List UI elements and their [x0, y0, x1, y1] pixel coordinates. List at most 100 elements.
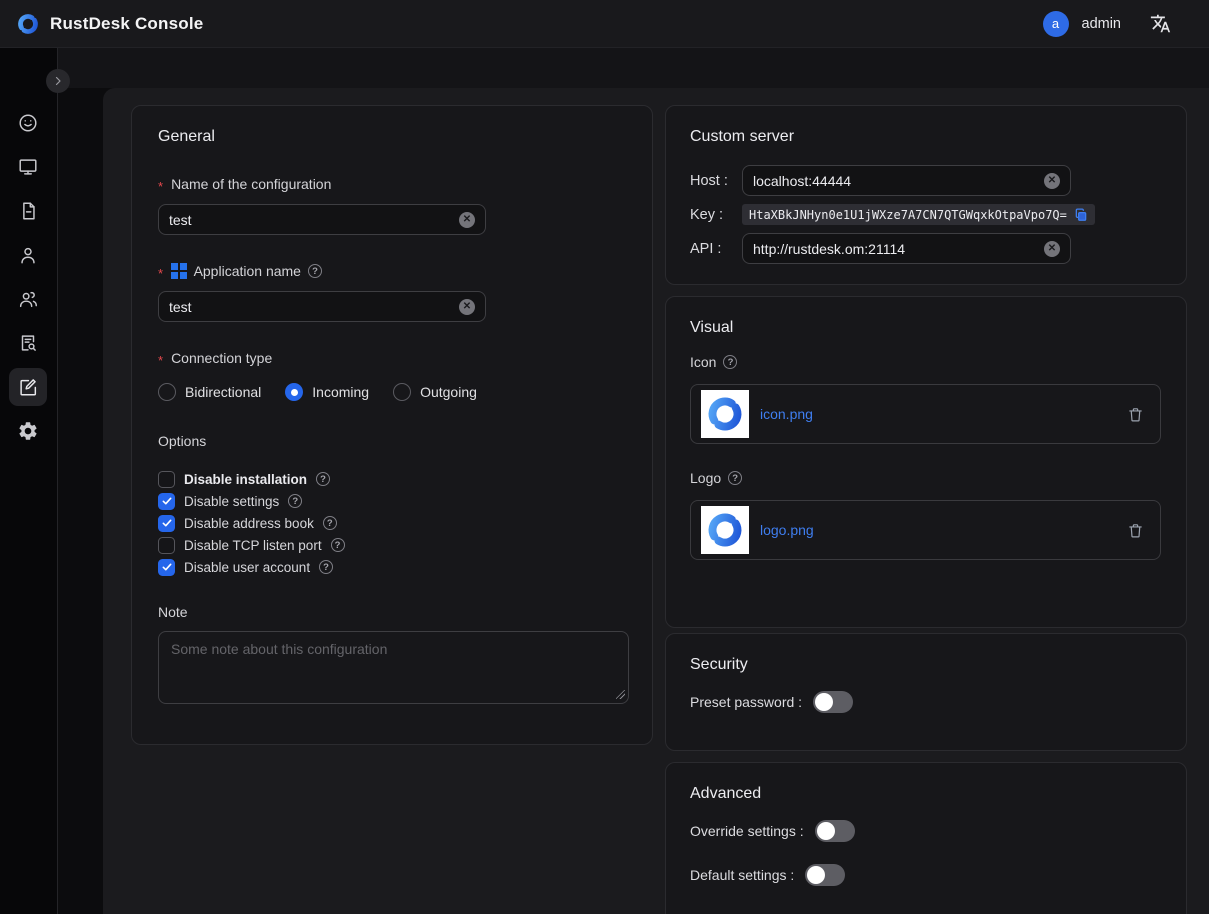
config-name-input[interactable]: [169, 212, 459, 228]
monitor-icon: [17, 156, 39, 178]
main-content: General * Name of the configuration ✕ * …: [103, 88, 1209, 914]
checkbox-disable-installation[interactable]: Disable installation ?: [158, 468, 626, 490]
radio-circle: [158, 383, 176, 401]
resize-handle[interactable]: [616, 690, 625, 699]
app-name-label-text: Application name: [194, 263, 301, 279]
custom-server-title: Custom server: [690, 128, 1162, 146]
app-name-field: ✕: [158, 291, 486, 322]
host-row: Host : ✕: [690, 165, 1162, 196]
advanced-title: Advanced: [690, 785, 1162, 803]
brand[interactable]: RustDesk Console: [16, 12, 203, 36]
rustdesk-logo-icon: [705, 394, 745, 434]
checkbox-box-checked: [158, 559, 175, 576]
checkbox-disable-user-account[interactable]: Disable user account ?: [158, 556, 626, 578]
radio-bidirectional-label: Bidirectional: [185, 384, 261, 400]
checkbox-label: Disable settings: [184, 494, 279, 509]
checkbox-disable-tcp-listen-port[interactable]: Disable TCP listen port ?: [158, 534, 626, 556]
app-name-help-icon[interactable]: ?: [308, 264, 322, 278]
sidebar-item-dashboard[interactable]: [9, 104, 47, 142]
icon-help-icon[interactable]: ?: [723, 355, 737, 369]
config-name-field: ✕: [158, 204, 486, 235]
note-field: [158, 631, 629, 704]
default-settings-label: Default settings :: [690, 867, 794, 883]
icon-label-text: Icon: [690, 354, 716, 370]
disable-user-account-help-icon[interactable]: ?: [319, 560, 333, 574]
document-icon: [17, 200, 39, 222]
rustdesk-logo-icon: [16, 12, 40, 36]
default-settings-row: Default settings :: [690, 864, 1162, 886]
app-name-label: * Application name ?: [158, 263, 626, 279]
sidebar-item-groups[interactable]: [9, 280, 47, 318]
sidebar-item-settings[interactable]: [9, 412, 47, 450]
check-icon: [161, 561, 173, 573]
radio-outgoing-label: Outgoing: [420, 384, 477, 400]
override-settings-toggle[interactable]: [815, 820, 855, 842]
config-name-label: * Name of the configuration: [158, 176, 626, 192]
radio-circle: [393, 383, 411, 401]
trash-icon: [1127, 522, 1144, 539]
checkbox-box: [158, 537, 175, 554]
toggle-knob: [815, 693, 833, 711]
gear-icon: [17, 420, 39, 442]
copy-key-button[interactable]: [1074, 208, 1088, 222]
radio-incoming[interactable]: Incoming: [285, 383, 369, 401]
key-row: Key : HtaXBkJNHyn0e1U1jWXze7A7CN7QTGWqxk…: [690, 204, 1162, 225]
required-marker: *: [158, 353, 163, 368]
disable-settings-help-icon[interactable]: ?: [288, 494, 302, 508]
icon-thumbnail: [701, 390, 749, 438]
disable-address-book-help-icon[interactable]: ?: [323, 516, 337, 530]
clear-app-name-icon[interactable]: ✕: [459, 299, 475, 315]
check-icon: [161, 517, 173, 529]
translate-icon: [1150, 13, 1171, 34]
security-card: Security Preset password :: [665, 633, 1187, 751]
checkbox-disable-address-book[interactable]: Disable address book ?: [158, 512, 626, 534]
clear-host-icon[interactable]: ✕: [1044, 173, 1060, 189]
options-list: Disable installation ? Disable settings …: [158, 468, 626, 578]
options-label-text: Options: [158, 433, 206, 449]
sidebar-item-audit[interactable]: [9, 192, 47, 230]
delete-logo-button[interactable]: [1127, 522, 1144, 539]
default-settings-toggle[interactable]: [805, 864, 845, 886]
icon-file-link[interactable]: icon.png: [760, 406, 813, 422]
sidebar-item-users[interactable]: [9, 236, 47, 274]
host-field: ✕: [742, 165, 1071, 196]
host-label: Host :: [690, 173, 742, 189]
preset-password-label: Preset password :: [690, 694, 802, 710]
sidebar-item-devices[interactable]: [9, 148, 47, 186]
radio-outgoing[interactable]: Outgoing: [393, 383, 477, 401]
sidebar-expand-button[interactable]: [46, 69, 70, 93]
avatar[interactable]: a: [1043, 11, 1069, 37]
clear-config-name-icon[interactable]: ✕: [459, 212, 475, 228]
toggle-knob: [807, 866, 825, 884]
host-input[interactable]: [753, 173, 1044, 189]
logo-help-icon[interactable]: ?: [728, 471, 742, 485]
language-switcher[interactable]: [1150, 13, 1171, 34]
override-settings-row: Override settings :: [690, 820, 1162, 842]
app-name-input[interactable]: [169, 299, 459, 315]
top-band: [58, 48, 1209, 88]
required-marker: *: [158, 179, 163, 194]
api-label: API :: [690, 241, 742, 257]
sidebar-item-custom-client[interactable]: [9, 368, 47, 406]
username[interactable]: admin: [1082, 16, 1122, 32]
delete-icon-button[interactable]: [1127, 406, 1144, 423]
users-icon: [17, 288, 39, 310]
checkbox-box: [158, 471, 175, 488]
radio-bidirectional[interactable]: Bidirectional: [158, 383, 261, 401]
api-input[interactable]: [753, 241, 1044, 257]
logo-file-link[interactable]: logo.png: [760, 522, 814, 538]
checkbox-label: Disable address book: [184, 516, 314, 531]
connection-type-label-text: Connection type: [171, 350, 272, 366]
disable-tcp-help-icon[interactable]: ?: [331, 538, 345, 552]
disable-installation-help-icon[interactable]: ?: [316, 472, 330, 486]
sidebar-item-logs[interactable]: [9, 324, 47, 362]
preset-password-toggle[interactable]: [813, 691, 853, 713]
note-textarea[interactable]: [158, 631, 629, 704]
radio-circle-selected: [285, 383, 303, 401]
checkbox-disable-settings[interactable]: Disable settings ?: [158, 490, 626, 512]
icon-upload-box: icon.png: [690, 384, 1161, 444]
key-value: HtaXBkJNHyn0e1U1jWXze7A7CN7QTGWqxkOtpaVp…: [749, 208, 1067, 222]
custom-server-card: Custom server Host : ✕ Key : HtaXBkJNHyn…: [665, 105, 1187, 285]
clear-api-icon[interactable]: ✕: [1044, 241, 1060, 257]
general-card: General * Name of the configuration ✕ * …: [131, 105, 653, 745]
